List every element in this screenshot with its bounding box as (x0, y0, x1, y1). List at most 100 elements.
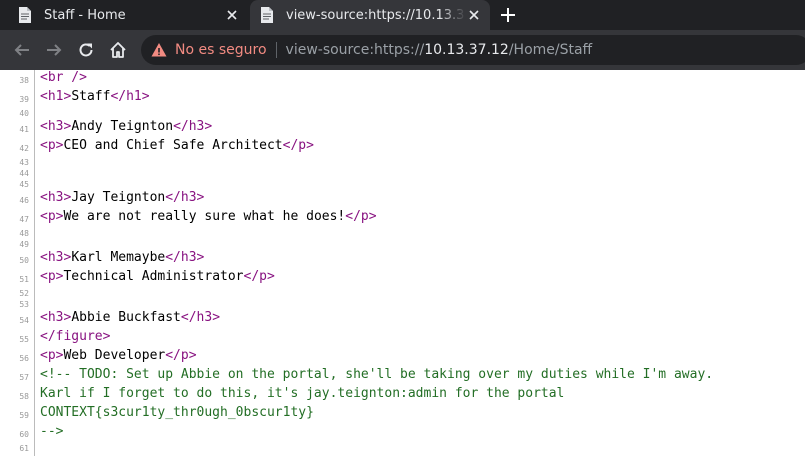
line-number: 55 (19, 335, 29, 344)
warning-triangle-icon[interactable] (151, 42, 167, 58)
plus-icon (501, 8, 515, 22)
line-number: 52 (19, 289, 29, 298)
url-host: 10.13.37.12 (424, 42, 509, 58)
source-line: 55 </figure> (0, 329, 805, 348)
line-code: <h1>Staff</h1> (40, 89, 150, 104)
html-tag-token: </figure> (40, 329, 111, 344)
line-number: 54 (19, 316, 29, 325)
html-tag-token: <p> (40, 138, 64, 153)
line-number: 58 (19, 392, 29, 401)
source-line: 43 (0, 157, 805, 168)
html-tag-token: <h3> (40, 250, 72, 265)
security-status[interactable]: No es seguro (175, 42, 267, 58)
line-code: CONTEXT{s3cur1ty_thr0ugh_0bscur1ty} (40, 405, 314, 420)
source-line: 51 <p>Technical Administrator</p> (0, 269, 805, 288)
html-tag-token: <h3> (40, 310, 72, 325)
html-tag-token: </h3> (165, 250, 205, 265)
html-tag-token: </p> (282, 138, 314, 153)
page-icon (18, 7, 32, 23)
reload-button[interactable] (74, 38, 98, 62)
line-number: 49 (19, 240, 29, 249)
html-tag-token: </h1> (110, 89, 150, 104)
line-code: <h3>Karl Memaybe</h3> (40, 250, 204, 265)
source-line: 56 <p>Web Developer</p> (0, 348, 805, 367)
url-path: /Home/Staff (508, 42, 593, 58)
tab-view-source[interactable]: view-source:https://10.13.37.12/Home/Sta… (250, 0, 490, 30)
line-code: <!-- TODO: Set up Abbie on the portal, s… (40, 367, 713, 382)
home-button[interactable] (106, 38, 130, 62)
address-bar[interactable]: No es seguro view-source:https://10.13.3… (141, 35, 805, 65)
source-line: 44 (0, 168, 805, 179)
close-icon[interactable] (466, 7, 482, 23)
back-button[interactable] (10, 38, 34, 62)
line-number: 42 (19, 144, 29, 153)
line-number: 51 (19, 275, 29, 284)
line-code: Karl if I forget to do this, it's jay.te… (40, 386, 564, 401)
source-line: 57 <!-- TODO: Set up Abbie on the portal,… (0, 367, 805, 386)
html-tag-token: <p> (40, 348, 64, 363)
source-line: 50 <h3>Karl Memaybe</h3> (0, 250, 805, 269)
text-token: Andy Teignton (71, 119, 174, 134)
line-code: <p>Technical Administrator</p> (40, 269, 275, 284)
tab-staff-home[interactable]: Staff - Home (8, 0, 248, 30)
line-number: 60 (19, 430, 29, 439)
text-token: Karl Memaybe (71, 250, 166, 265)
source-line: 59 CONTEXT{s3cur1ty_thr0ugh_0bscur1ty} (0, 405, 805, 424)
url-prefix: view-source:https:// (285, 42, 425, 58)
source-line: 60 --> (0, 424, 805, 443)
text-token: CEO and Chief Safe Architect (63, 138, 283, 153)
tab-strip: Staff - Home view-source:https://10.13.3… (0, 0, 805, 30)
line-code: <p>CEO and Chief Safe Architect</p> (40, 138, 314, 153)
html-tag-token: <h1> (40, 89, 72, 104)
source-line: 53 (0, 299, 805, 310)
line-number: 44 (19, 169, 29, 178)
html-tag-token: <h3> (40, 119, 72, 134)
line-code: <p>Web Developer</p> (40, 348, 197, 363)
tab-title: Staff - Home (44, 7, 126, 23)
source-line: 58 Karl if I forget to do this, it's jay.… (0, 386, 805, 405)
comment-token: Karl if I forget to do this, it's jay.te… (40, 386, 565, 401)
line-number: 41 (19, 125, 29, 134)
html-tag-token: </h3> (180, 310, 221, 325)
html-tag-token: </h3> (173, 119, 213, 134)
line-number: 48 (19, 229, 29, 238)
tab-title: view-source:https://10.13.37.12/Home/Sta… (286, 7, 466, 23)
line-number: 56 (19, 354, 29, 363)
home-icon (110, 42, 126, 58)
line-number: 57 (19, 373, 29, 382)
html-tag-token: <p> (40, 209, 64, 224)
source-line: 40 (0, 108, 805, 119)
new-tab-button[interactable] (498, 5, 518, 25)
text-token: Jay Teignton (71, 190, 166, 205)
text-token: Technical Administrator (63, 269, 244, 284)
text-token: Staff (71, 89, 111, 104)
html-tag-token: <p> (40, 269, 64, 284)
url-text[interactable]: view-source:https://10.13.37.12/Home/Sta… (286, 42, 593, 58)
source-line: 45 (0, 179, 805, 190)
text-token: We are not really sure what he does! (63, 209, 346, 224)
source-line: 54 <h3>Abbie Buckfast</h3> (0, 310, 805, 329)
comment-token: CONTEXT{s3cur1ty_thr0ugh_0bscur1ty} (40, 405, 314, 420)
line-number: 50 (19, 256, 29, 265)
line-code: </figure> (40, 329, 110, 344)
reload-icon (79, 43, 93, 57)
line-number: 47 (19, 215, 29, 224)
html-tag-token: </p> (165, 348, 197, 363)
line-number: 40 (19, 109, 29, 118)
line-code: --> (40, 424, 63, 439)
line-number: 53 (19, 300, 29, 309)
html-tag-token: <h3> (40, 190, 72, 205)
source-line: 48 (0, 228, 805, 239)
comment-token: --> (40, 424, 64, 439)
text-token: Web Developer (63, 348, 166, 363)
source-line: 41 <h3>Andy Teignton</h3> (0, 119, 805, 138)
source-view: 38 <br /> 39 <h1>Staff</h1> 40 41 <h3>Andy Tei… (0, 70, 805, 456)
source-line: 42 <p>CEO and Chief Safe Architect</p> (0, 138, 805, 157)
forward-button[interactable] (42, 38, 66, 62)
close-icon[interactable] (224, 7, 240, 23)
line-code: <h3>Andy Teignton</h3> (40, 119, 212, 134)
line-number: 38 (19, 76, 29, 85)
source-line: 38 <br /> (0, 70, 805, 89)
html-tag-token: <br /> (40, 70, 87, 85)
text-token: Abbie Buckfast (71, 310, 181, 325)
